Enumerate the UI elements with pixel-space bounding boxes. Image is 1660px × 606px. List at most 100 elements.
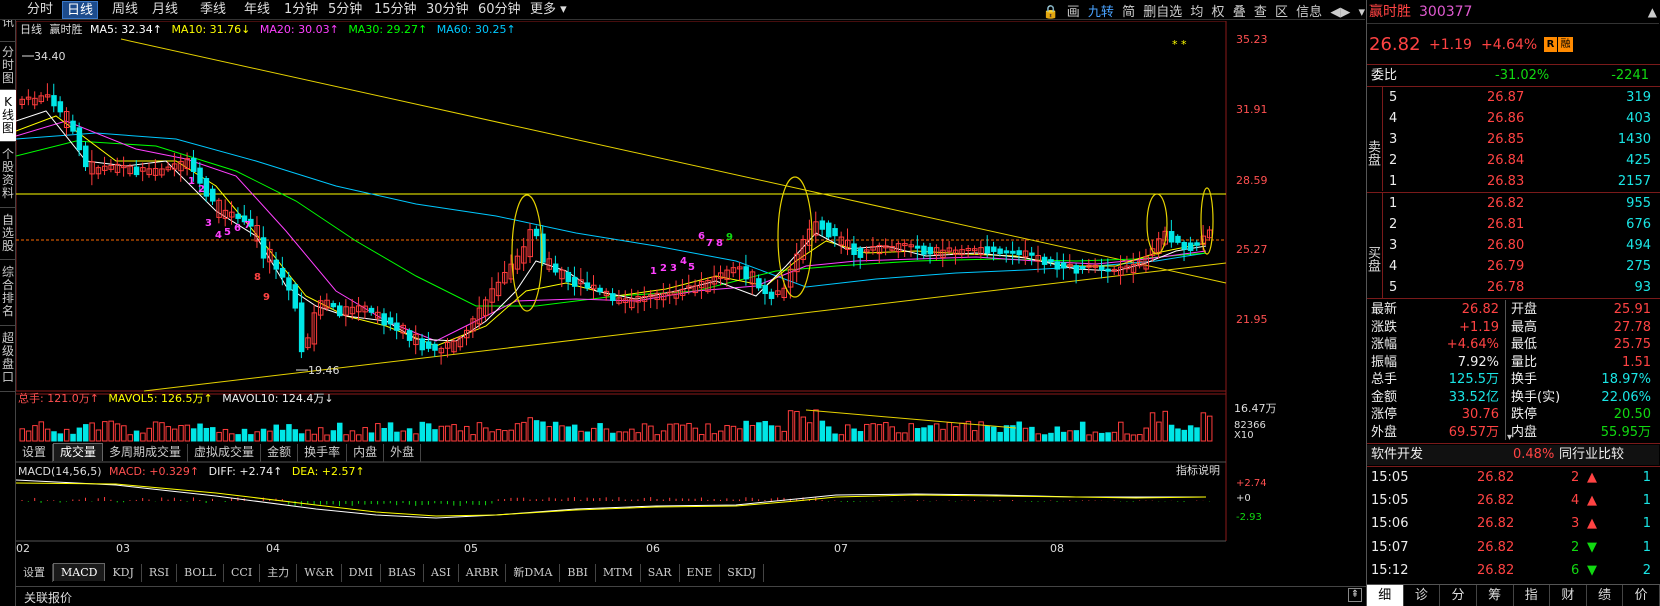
tab-wr[interactable]: W&R (297, 564, 342, 582)
volume-bar (743, 420, 749, 442)
tab-daily[interactable]: 日线 (62, 1, 99, 19)
candle-body (1194, 242, 1200, 246)
tab-arbr[interactable]: ARBR (459, 564, 507, 582)
tab-60min[interactable]: 60分钟 (474, 1, 525, 19)
dropdown-icon[interactable]: ▾ (1358, 5, 1365, 20)
tab-outer-volume[interactable]: 外盘 (384, 444, 422, 462)
sector-row[interactable]: 软件开发 0.48% 同行业比较 (1367, 445, 1659, 465)
volume-bar (229, 433, 235, 442)
tab-more[interactable]: 更多 ▾ (526, 1, 571, 19)
tab-boll[interactable]: BOLL (177, 564, 224, 582)
tab-cci[interactable]: CCI (224, 564, 261, 582)
candle-body (1168, 231, 1175, 243)
collapse-icon[interactable]: ⇞ (1348, 588, 1362, 602)
nav-profile[interactable]: 个股资料 (0, 142, 16, 208)
scroll-icon[interactable]: ▲ (1648, 0, 1657, 24)
volume-bar (362, 427, 368, 442)
highlight-ellipse[interactable] (1200, 187, 1214, 255)
overlay-button[interactable]: 叠 (1233, 5, 1246, 20)
tab-dmi[interactable]: DMI (342, 564, 382, 582)
tab-volume[interactable]: 成交量 (53, 443, 104, 461)
volume-bar (165, 426, 172, 442)
panel-tab[interactable]: 指 (1514, 585, 1551, 606)
tab-monthly[interactable]: 月线 (148, 1, 182, 19)
weibi-row: 委比 -31.02% -2241 (1367, 65, 1659, 86)
sector-compare-link[interactable]: 同行业比较 (1559, 445, 1624, 465)
simple-button[interactable]: 简 (1122, 5, 1135, 20)
range-button[interactable]: 区 (1275, 5, 1288, 20)
arrow-down-icon: ▼ (1587, 539, 1597, 555)
average-button[interactable]: 均 (1190, 5, 1203, 20)
tab-skdj[interactable]: SKDJ (720, 564, 765, 582)
tab-multi-period-volume[interactable]: 多周期成交量 (103, 444, 189, 462)
tab-asi[interactable]: ASI (424, 564, 459, 582)
volume-bar (146, 427, 152, 442)
volume-bar (292, 429, 299, 442)
rights-button[interactable]: 权 (1212, 5, 1225, 20)
nav-kline[interactable]: K线图 (0, 90, 16, 142)
nav-level2[interactable]: 超级盘口 (0, 326, 16, 392)
volume-bar (527, 417, 533, 442)
candle-body (210, 188, 216, 202)
tab-inner-volume[interactable]: 内盘 (347, 444, 385, 462)
nav-ranking[interactable]: 综合排名 (0, 260, 16, 326)
related-quote-label[interactable]: 关联报价 (24, 589, 72, 606)
tab-rsi[interactable]: RSI (142, 564, 178, 582)
tab-weekly[interactable]: 周线 (108, 1, 142, 19)
highlight-ellipse[interactable] (511, 194, 543, 312)
volume-bar (83, 424, 89, 442)
tab-new-dma[interactable]: 新DMA (506, 564, 561, 582)
nav-timeshare[interactable]: 分时图 (0, 42, 16, 90)
tick-count: 1 (1642, 539, 1651, 555)
tab-30min[interactable]: 30分钟 (422, 1, 473, 19)
tab-main-force[interactable]: 主力 (260, 564, 298, 582)
tab-volume-settings[interactable]: 设置 (16, 444, 54, 462)
volume-bar (845, 424, 851, 442)
volume-bar (1003, 425, 1010, 442)
panel-tab[interactable]: 诊 (1404, 585, 1441, 606)
query-button[interactable]: 查 (1254, 5, 1267, 20)
info-button[interactable]: 信息 (1296, 5, 1322, 20)
kline-chart-area[interactable]: 35.23 31.91 28.59 25.27 21.95 日线 赢时胜 MA5… (16, 21, 1366, 582)
tab-indicator-settings[interactable]: 设置 (16, 564, 53, 582)
draw-button[interactable]: 画 (1067, 5, 1080, 20)
tab-macd[interactable]: MACD (53, 563, 106, 581)
tab-kdj[interactable]: KDJ (105, 564, 142, 582)
tab-turnover[interactable]: 换手率 (298, 444, 348, 462)
tab-mtm[interactable]: MTM (596, 564, 641, 582)
panel-tab[interactable]: 价 (1623, 585, 1660, 606)
bid-volume: 93 (1634, 280, 1651, 295)
volume-bar (210, 427, 216, 442)
uptrend-line[interactable] (143, 262, 1227, 392)
remove-watchlist-button[interactable]: 删自选 (1143, 5, 1182, 20)
tab-quarterly[interactable]: 季线 (196, 1, 230, 19)
panel-tab[interactable]: 绩 (1587, 585, 1624, 606)
tab-sar[interactable]: SAR (641, 564, 680, 582)
panel-tab[interactable]: 筹 (1477, 585, 1514, 606)
bid-price: 26.82 (1487, 196, 1525, 211)
tab-5min[interactable]: 5分钟 (324, 1, 366, 19)
tab-timeshare[interactable]: 分时 (23, 1, 57, 19)
volume-trend-line[interactable] (805, 409, 1017, 429)
candle-body (565, 271, 572, 283)
tab-amount[interactable]: 金额 (261, 444, 299, 462)
expand-icon[interactable]: ▾ (1507, 432, 1515, 443)
jiuzhuan-button[interactable]: 九转 (1088, 5, 1114, 20)
switch-icon[interactable]: ◀▶ (1330, 5, 1350, 20)
panel-tab[interactable]: 分 (1440, 585, 1477, 606)
tab-virtual-volume[interactable]: 虚拟成交量 (188, 444, 262, 462)
tab-15min[interactable]: 15分钟 (370, 1, 421, 19)
tab-yearly[interactable]: 年线 (240, 1, 274, 19)
tab-1min[interactable]: 1分钟 (280, 1, 322, 19)
nav-watchlist[interactable]: 自选股 (0, 208, 16, 260)
volume-bar (1118, 421, 1124, 442)
lock-icon[interactable]: 🔒 (1042, 5, 1058, 20)
panel-tab[interactable]: 细 (1367, 585, 1404, 606)
level-index: 3 (1389, 238, 1398, 253)
tab-bbi[interactable]: BBI (560, 564, 596, 582)
panel-tab[interactable]: 财 (1550, 585, 1587, 606)
downtrend-line[interactable] (120, 38, 1227, 284)
tab-ene[interactable]: ENE (680, 564, 721, 582)
indicator-help-link[interactable]: 指标说明 (1176, 463, 1220, 477)
tab-bias[interactable]: BIAS (381, 564, 424, 582)
